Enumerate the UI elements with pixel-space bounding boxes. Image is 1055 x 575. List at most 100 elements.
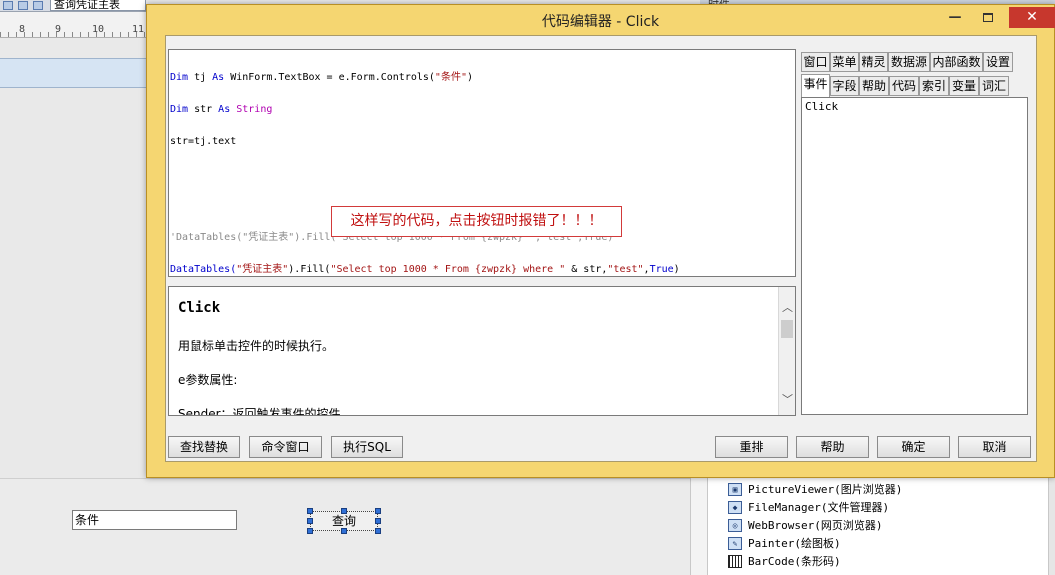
help-text: e参数属性: [178,373,238,387]
code-token: ) [466,72,473,83]
component-list-scrollbar[interactable] [1048,478,1055,575]
help-text: 用鼠标单击控件的时候执行。 [178,339,335,353]
ruler-number: 8 [19,24,26,35]
error-annotation: 这样写的代码，点击按钮时报错了！！！ [331,206,622,237]
code-token: str=tj.text [170,136,237,147]
help-button[interactable]: 帮助 [796,436,869,458]
painter-icon: ✎ [728,536,742,550]
tab-menu[interactable]: 菜单 [830,52,859,72]
help-pane: Click 用鼠标单击控件的时候执行。 e参数属性: Sender：返回触发事件… [168,286,796,416]
scroll-thumb[interactable] [781,320,793,338]
tab-window[interactable]: 窗口 [801,52,830,72]
code-token: WinForm.TextBox = e.Form.Controls( [224,72,435,83]
help-scrollbar[interactable]: ︿ ﹀ [778,287,795,415]
component-item[interactable]: ✎ Painter(绘图板) [728,534,841,552]
code-token: Dim [170,72,189,83]
tab-events[interactable]: 事件 [801,74,830,98]
dialog-title: 代码编辑器 - Click [541,14,660,30]
code-editor[interactable]: Dim tj As WinForm.TextBox = e.Form.Contr… [168,49,796,277]
component-label: BarCode(条形码) [748,555,841,568]
rearrange-button[interactable]: 重排 [715,436,788,458]
component-label: PictureViewer(图片浏览器) [748,483,903,496]
command-window-button[interactable]: 命令窗口 [249,436,322,458]
event-item-click[interactable]: Click [805,100,838,113]
panel-splitter[interactable] [690,478,708,575]
minimize-button[interactable]: — [942,7,968,28]
ruler-number: 10 [92,24,105,35]
event-list[interactable]: Click [801,97,1028,415]
ruler-number: 11 [132,24,145,35]
code-token: "条件" [434,72,467,83]
component-item[interactable]: BarCode(条形码) [728,552,841,570]
dialog-client-area: Dim tj As WinForm.TextBox = e.Form.Contr… [165,35,1037,462]
help-text: Sender：返回触发事件的控件 [178,407,341,416]
code-token: DataTables( [170,264,237,275]
tab-vocabulary[interactable]: 词汇 [979,76,1009,96]
code-line: DataTables("凭证主表").Fill("Select top 1000… [170,262,680,278]
code-token: & str, [565,264,608,275]
code-token: "凭证主表" [236,264,289,275]
dialog-titlebar[interactable]: 代码编辑器 - Click — ✕ [147,5,1055,35]
align-icon[interactable] [3,1,13,10]
tab-code[interactable]: 代码 [889,76,919,96]
code-token: str [188,104,219,115]
resize-handle[interactable] [375,518,381,524]
code-text[interactable]: Dim tj As WinForm.TextBox = e.Form.Contr… [169,54,680,310]
picture-viewer-icon: ▣ [728,482,742,496]
condition-textbox[interactable]: 条件 [72,510,237,530]
code-line: Dim str As String [170,102,680,118]
code-token: As [218,104,231,115]
find-replace-button[interactable]: 查找替换 [168,436,240,458]
code-token: tj [188,72,213,83]
resize-handle[interactable] [307,508,313,514]
code-line: Dim tj As WinForm.TextBox = e.Form.Contr… [170,70,680,86]
component-item[interactable]: ▣ PictureViewer(图片浏览器) [728,480,902,498]
code-token: ).Fill( [288,264,331,275]
code-line: str=tj.text [170,134,680,150]
tab-settings[interactable]: 设置 [983,52,1013,72]
code-token: "test" [607,264,644,275]
tab-help[interactable]: 帮助 [859,76,889,96]
code-token: "Select top 1000 * From {zwpzk} where " [330,264,566,275]
maximize-button[interactable] [975,7,1001,28]
component-item[interactable]: ◎ WebBrowser(网页浏览器) [728,516,882,534]
resize-handle[interactable] [375,528,381,534]
resize-handle[interactable] [375,508,381,514]
side-tabs: 窗口 菜单 精灵 数据源 内部函数 设置 事件 字段 帮助 代码 索引 变量 词… [801,52,1029,98]
resize-handle[interactable] [341,528,347,534]
grid-icon[interactable] [18,1,28,10]
close-button[interactable]: ✕ [1009,7,1055,28]
file-manager-icon: ◆ [728,500,742,514]
component-label: Painter(绘图板) [748,537,841,550]
form-selector[interactable]: 查询凭证主表 [50,0,146,11]
layout-icon[interactable] [33,1,43,10]
code-token: String [236,104,273,115]
web-browser-icon: ◎ [728,518,742,532]
designer-toolbar: 查询凭证主表 [0,0,146,12]
code-token: As [212,72,225,83]
resize-handle[interactable] [307,528,313,534]
code-token: Dim [170,104,189,115]
tab-variables[interactable]: 变量 [949,76,979,96]
code-token: True [649,264,674,275]
resize-handle[interactable] [307,518,313,524]
maximize-icon [983,13,993,22]
tab-datasource[interactable]: 数据源 [888,52,930,72]
component-label: WebBrowser(网页浏览器) [748,519,883,532]
code-token: ) [673,264,680,275]
component-item[interactable]: ◆ FileManager(文件管理器) [728,498,889,516]
tab-fields[interactable]: 字段 [830,76,859,96]
cancel-button[interactable]: 取消 [958,436,1031,458]
barcode-icon [728,554,742,568]
tab-internal-functions[interactable]: 内部函数 [930,52,983,72]
ruler: 8 9 10 11 [0,12,146,38]
ok-button[interactable]: 确定 [877,436,950,458]
chevron-down-icon[interactable]: ﹀ [782,391,793,407]
resize-handle[interactable] [341,508,347,514]
tab-index[interactable]: 索引 [919,76,949,96]
help-title: Click [178,300,221,316]
execute-sql-button[interactable]: 执行SQL [331,436,403,458]
chevron-up-icon[interactable]: ︿ [782,299,793,315]
tab-wizard[interactable]: 精灵 [859,52,888,72]
